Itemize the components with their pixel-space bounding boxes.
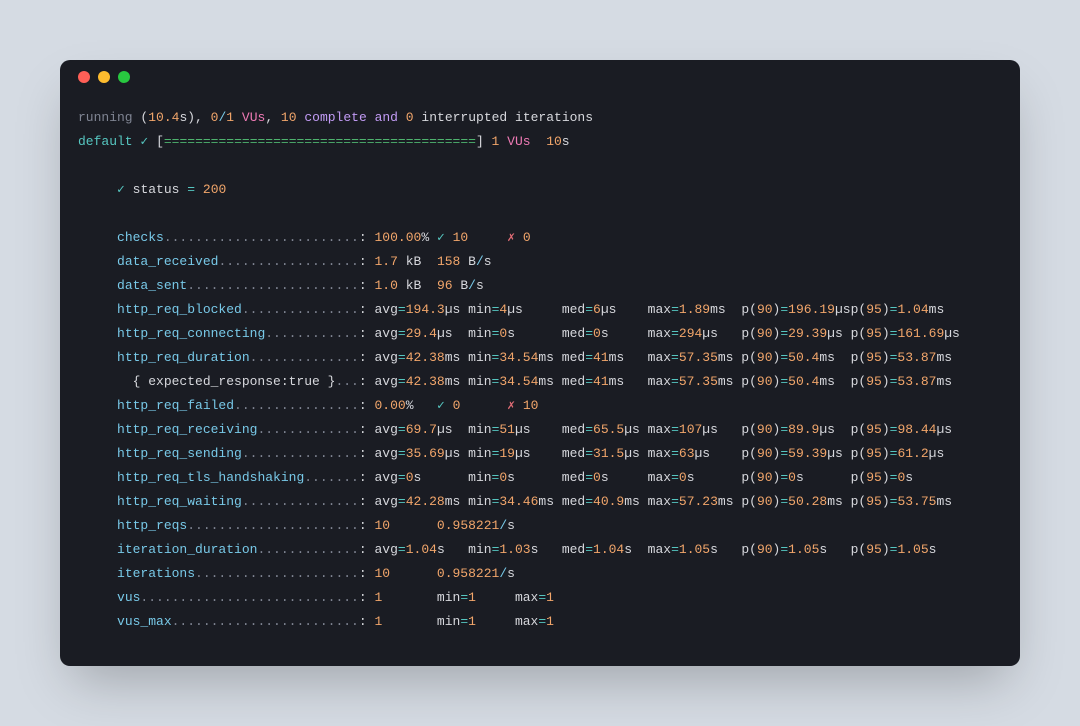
window-titlebar — [60, 60, 1020, 94]
zoom-icon[interactable] — [118, 71, 130, 83]
minimize-icon[interactable] — [98, 71, 110, 83]
terminal-output: running (10.4s), 0/1 VUs, 10 complete an… — [60, 94, 1020, 652]
close-icon[interactable] — [78, 71, 90, 83]
terminal-window: running (10.4s), 0/1 VUs, 10 complete an… — [60, 60, 1020, 666]
